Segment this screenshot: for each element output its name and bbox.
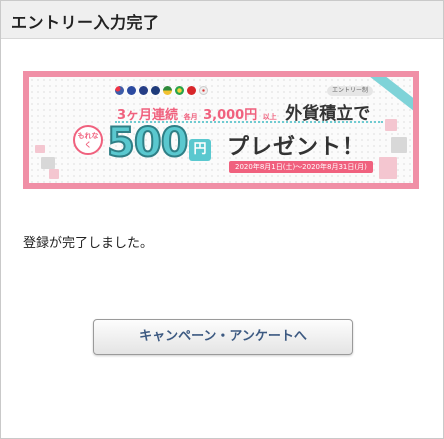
decor-block [391,137,407,153]
kr-flag-icon [199,86,208,95]
br-flag-icon [175,86,184,95]
decor-block [385,119,397,131]
campaign-dates: 2020年8月1日(土)～2020年8月31日(月) [229,161,373,173]
campaign-banner[interactable]: エントリー制 3ヶ月連続 各月 3,000円 以上 外貨積立で もれなく 500… [23,71,419,189]
au-flag-icon [139,86,148,95]
decor-block [35,145,45,153]
above-label: 以上 [262,113,277,121]
decor-block [379,157,397,179]
nz-flag-icon [151,86,160,95]
prize-amount: 500 [106,120,189,166]
decor-block [41,157,55,169]
campaign-survey-button[interactable]: キャンペーン・アンケートへ [93,319,353,355]
page-header: エントリー入力完了 [1,1,443,39]
page-title: エントリー入力完了 [11,13,160,32]
yen-badge: 円 [189,139,211,161]
decor-block [49,169,59,179]
app-frame: エントリー入力完了 エントリー制 3ヶ月連続 各月 3,000円 以上 外貨積立… [0,0,444,439]
bubble-text: もれなく [77,132,99,149]
za-flag-icon [163,86,172,95]
completion-message: 登録が完了しました。 [23,236,154,251]
eu-flag-icon [127,86,136,95]
entry-required-tag: エントリー制 [326,86,373,96]
bubble-badge: もれなく [73,125,103,155]
present-text: プレゼント！ [227,135,366,160]
cn-flag-icon [187,86,196,95]
us-flag-icon [115,86,124,95]
